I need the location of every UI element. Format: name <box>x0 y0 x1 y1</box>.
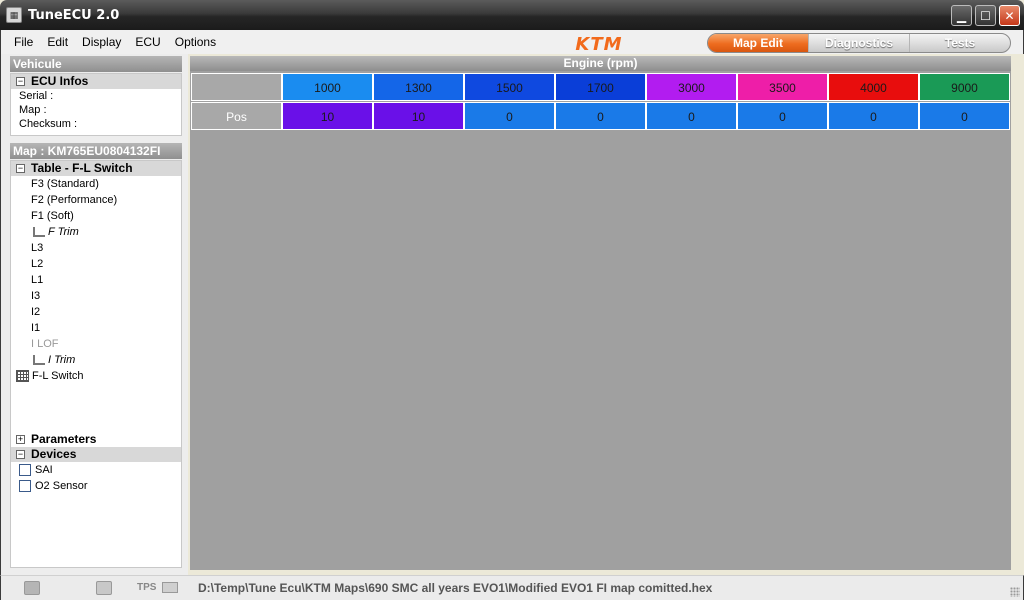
table-grid-icon <box>16 370 29 382</box>
ktm-logo: KTM <box>575 34 622 54</box>
column-header: 3000 <box>646 73 737 101</box>
expand-icon[interactable]: + <box>16 435 25 444</box>
map-field: Map : <box>19 104 47 116</box>
left-panel: Vehicule − ECU Infos Serial : Map : Chec… <box>0 54 188 575</box>
tree-item-f-trim[interactable]: F Trim <box>11 224 181 240</box>
collapse-icon[interactable]: − <box>16 77 25 86</box>
o2-label: O2 Sensor <box>35 480 88 492</box>
column-header: 3500 <box>737 73 828 101</box>
vehicle-heading: Vehicule <box>10 56 182 72</box>
i-trim-label: I Trim <box>48 354 76 366</box>
menu-ecu[interactable]: ECU <box>128 35 167 49</box>
map-tree: − Table - F-L Switch F3 (Standard) F2 (P… <box>10 160 182 568</box>
title-bar: ▦ TuneECU 2.0 ▁ ☐ ✕ <box>0 0 1024 30</box>
tree-item-f1[interactable]: F1 (Soft) <box>11 208 181 224</box>
file-path: D:\Temp\Tune Ecu\KTM Maps\690 SMC all ye… <box>198 581 713 595</box>
table-group[interactable]: − Table - F-L Switch <box>11 161 181 176</box>
axis-title: Engine (rpm) <box>190 56 1011 71</box>
table-cell[interactable]: 10 <box>373 102 464 130</box>
ecu-infos-label: ECU Infos <box>31 74 89 88</box>
devices-label: Devices <box>31 447 77 461</box>
menu-file[interactable]: File <box>7 35 40 49</box>
sub-arrow-icon <box>33 227 45 237</box>
close-button[interactable]: ✕ <box>999 5 1020 26</box>
column-header: 9000 <box>919 73 1010 101</box>
column-header: 4000 <box>828 73 919 101</box>
tab-tests[interactable]: Tests <box>909 34 1010 52</box>
tree-item-i-trim[interactable]: I Trim <box>11 352 181 368</box>
tree-item-f3[interactable]: F3 (Standard) <box>11 176 181 192</box>
table-cell[interactable]: 0 <box>555 102 646 130</box>
window-title: TuneECU 2.0 <box>28 7 120 23</box>
menu-options[interactable]: Options <box>168 35 223 49</box>
maximize-button[interactable]: ☐ <box>975 5 996 26</box>
sai-checkbox[interactable] <box>19 464 31 476</box>
tree-item-l1[interactable]: L1 <box>11 272 181 288</box>
status-bar: TPS D:\Temp\Tune Ecu\KTM Maps\690 SMC al… <box>0 575 1024 600</box>
tree-item-i1[interactable]: I1 <box>11 320 181 336</box>
mode-tabs: Map Edit Diagnostics Tests <box>707 33 1011 53</box>
device-o2[interactable]: O2 Sensor <box>11 478 181 494</box>
checksum-field: Checksum : <box>19 118 78 130</box>
serial-field: Serial : <box>19 90 54 102</box>
save-icon[interactable] <box>24 581 40 595</box>
table-cell[interactable]: 0 <box>464 102 555 130</box>
sub-arrow-icon <box>33 355 45 365</box>
tab-diagnostics[interactable]: Diagnostics <box>808 34 909 52</box>
column-header: 1500 <box>464 73 555 101</box>
resize-grip-icon[interactable] <box>1010 587 1020 597</box>
tree-item-ilof: I LOF <box>31 338 59 350</box>
table-cell[interactable]: 0 <box>919 102 1010 130</box>
tree-item-fl-switch[interactable]: F-L Switch <box>11 368 181 384</box>
column-header: 1300 <box>373 73 464 101</box>
parameters-group[interactable]: + Parameters <box>11 432 181 447</box>
device-sai[interactable]: SAI <box>11 462 181 478</box>
app-icon: ▦ <box>6 7 22 23</box>
map-heading: Map : KM765EU0804132FI <box>10 143 182 159</box>
tps-label: TPS <box>137 582 157 593</box>
sai-label: SAI <box>35 464 53 476</box>
o2-checkbox[interactable] <box>19 480 31 492</box>
tab-map-edit[interactable]: Map Edit <box>708 34 808 52</box>
ecu-infos-group[interactable]: − ECU Infos <box>11 74 181 89</box>
column-header: 1000 <box>282 73 373 101</box>
menu-display[interactable]: Display <box>75 35 128 49</box>
ktm-logo-text: KTM <box>575 34 622 54</box>
table-cell[interactable]: 0 <box>737 102 828 130</box>
table-corner <box>191 73 282 101</box>
table-cell[interactable]: 0 <box>828 102 919 130</box>
map-table-area: Engine (rpm) Pos 1000 10 1300 10 1500 0 1700 0 3… <box>190 56 1011 570</box>
tree-item-l2[interactable]: L2 <box>11 256 181 272</box>
fl-switch-label: F-L Switch <box>32 370 84 382</box>
menu-edit[interactable]: Edit <box>40 35 75 49</box>
table-cell[interactable]: 10 <box>282 102 373 130</box>
minimize-button[interactable]: ▁ <box>951 5 972 26</box>
collapse-icon[interactable]: − <box>16 164 25 173</box>
tree-item-i3[interactable]: I3 <box>11 288 181 304</box>
table-cell[interactable]: 0 <box>646 102 737 130</box>
tree-item-i2[interactable]: I2 <box>11 304 181 320</box>
column-header: 1700 <box>555 73 646 101</box>
tree-item-f2[interactable]: F2 (Performance) <box>11 192 181 208</box>
table-group-label: Table - F-L Switch <box>31 161 133 175</box>
row-header: Pos <box>191 102 282 130</box>
f-trim-label: F Trim <box>48 226 79 238</box>
devices-group[interactable]: − Devices <box>11 447 181 462</box>
tps-indicator <box>162 582 178 593</box>
connect-icon[interactable] <box>96 581 112 595</box>
collapse-icon[interactable]: − <box>16 450 25 459</box>
tree-item-l3[interactable]: L3 <box>11 240 181 256</box>
ecu-infos-box: − ECU Infos Serial : Map : Checksum : <box>10 73 182 136</box>
parameters-label: Parameters <box>31 432 97 446</box>
